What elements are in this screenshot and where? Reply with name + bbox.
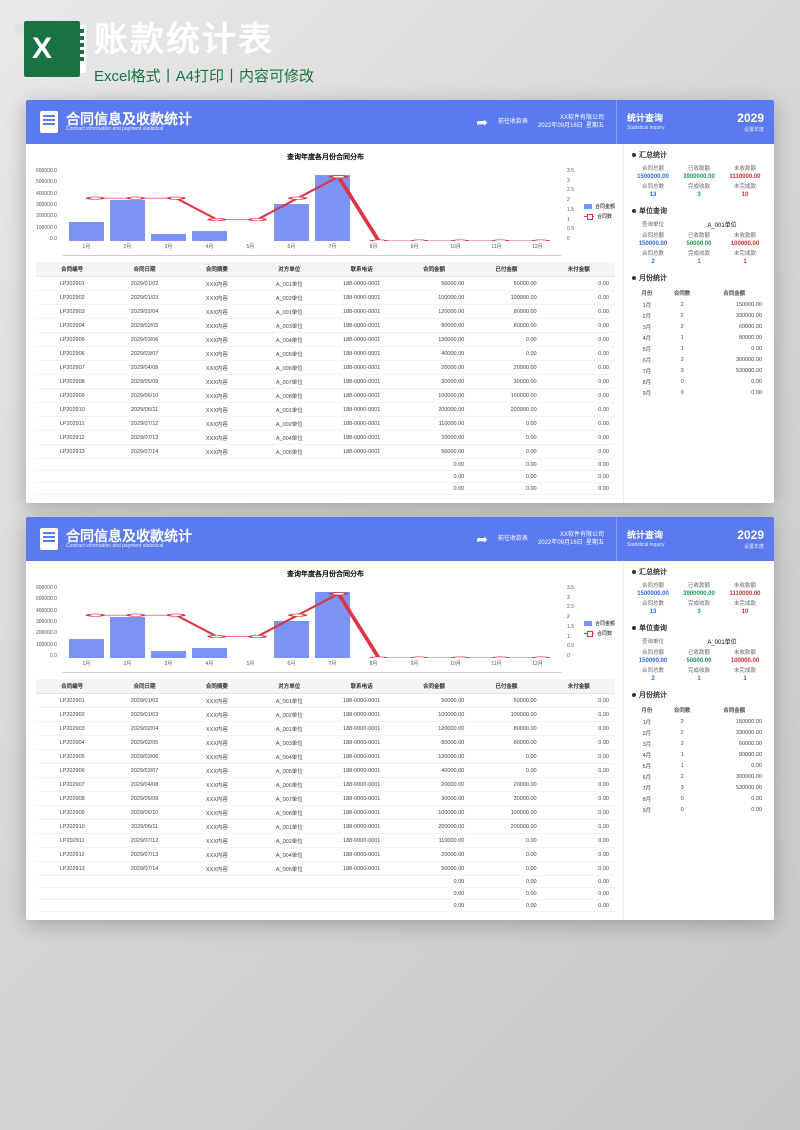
- table-row: LP2029022029/01/03XXX内容A_002单位188-0000-0…: [36, 708, 615, 722]
- table-row: LP2029032029/02/04XXX内容A_001单位188-0000-0…: [36, 722, 615, 736]
- year-value[interactable]: 2029: [737, 111, 764, 127]
- company-name: XX软件有限公司: [538, 531, 604, 539]
- x-axis: 1月2月3月4月5月6月7月8月9月10月11月12月: [69, 243, 555, 255]
- table-row: 0.000.000.00: [36, 888, 615, 900]
- summary-section: 汇总统计 合同总额已收款额未收款额1500000.003900000.00111…: [632, 150, 766, 198]
- chart-title: 查询年度各月份合同分布: [36, 569, 615, 579]
- table-row: LP2029132029/07/14XXX内容A_005单位188-0000-0…: [36, 445, 615, 459]
- contracts-table: 合同编号合同日期合同摘要对方单位联系电话合同金额已付金额未付金额 LP20290…: [36, 679, 615, 912]
- year-label: 设置年度: [737, 127, 764, 134]
- table-row: LP2029062029/03/07XXX内容A_005单位188-0000-0…: [36, 764, 615, 778]
- page-title: 账款统计表: [94, 12, 776, 61]
- document-icon: [40, 111, 58, 133]
- table-row: LP2029112029/07/12XXX内容A_002单位188-0000-0…: [36, 417, 615, 431]
- table-row: LP2029022029/01/03XXX内容A_002单位188-0000-0…: [36, 291, 615, 305]
- table-row: 0.000.000.00: [36, 900, 615, 912]
- table-row: LP2029042029/02/05XXX内容A_003单位188-0000-0…: [36, 736, 615, 750]
- table-row: LP2029112029/07/12XXX内容A_002单位188-0000-0…: [36, 834, 615, 848]
- date-text: 2022年09月16日 星期五: [538, 122, 604, 130]
- table-row: LP2029082029/05/09XXX内容A_007单位188-0000-0…: [36, 375, 615, 389]
- date-text: 2022年09月16日 星期五: [538, 539, 604, 547]
- goto-link[interactable]: 前往收款表: [498, 535, 528, 543]
- stat-title: 统计查询: [627, 530, 665, 542]
- chart: 600000.0500000.0400000.0300000.0200000.0…: [36, 583, 615, 673]
- sheet-subtitle: Contract information and payment statist…: [66, 544, 192, 550]
- table-row: 0.000.000.00: [36, 876, 615, 888]
- table-row: LP2029072029/04/08XXX内容A_006单位188-0000-0…: [36, 778, 615, 792]
- x-axis: 1月2月3月4月5月6月7月8月9月10月11月12月: [69, 660, 555, 672]
- year-label: 设置年度: [737, 544, 764, 551]
- table-row: LP2029122029/07/13XXX内容A_004单位188-0000-0…: [36, 431, 615, 445]
- stat-subtitle: Statistical inquiry: [627, 125, 665, 132]
- table-row: LP2029092029/06/10XXX内容A_008单位188-0000-0…: [36, 806, 615, 820]
- y-axis-left: 600000.0500000.0400000.0300000.0200000.0…: [36, 583, 57, 673]
- goto-link[interactable]: 前往收款表: [498, 118, 528, 126]
- sheet-subtitle: Contract information and payment statist…: [66, 127, 192, 133]
- table-row: LP2029012029/01/02XXX内容A_001单位188-0000-0…: [36, 277, 615, 291]
- y-axis-right: 3.532.521.510.50: [567, 166, 574, 256]
- chart-title: 查询年度各月份合同分布: [36, 152, 615, 162]
- excel-sheet: 合同信息及收款统计 Contract information and payme…: [26, 100, 774, 503]
- sheet-header: 合同信息及收款统计 Contract information and payme…: [26, 100, 774, 144]
- year-value[interactable]: 2029: [737, 528, 764, 544]
- table-row: LP2029052029/03/06XXX内容A_004单位188-0000-0…: [36, 333, 615, 347]
- summary-section: 汇总统计 合同总额已收款额未收款额1500000.003900000.00111…: [632, 567, 766, 615]
- stat-title: 统计查询: [627, 113, 665, 125]
- unit-query-section: 单位查询 查询单位A_001单位合同总额已收款额未收款额150000.00500…: [632, 623, 766, 682]
- table-row: 0.000.000.00: [36, 483, 615, 495]
- table-row: LP2029012029/01/02XXX内容A_001单位188-0000-0…: [36, 694, 615, 708]
- share-icon[interactable]: ➦: [476, 531, 488, 548]
- top-banner: X 账款统计表 Excel格式丨A4打印丨内容可修改: [0, 0, 800, 94]
- chart-legend: 合同金额 合同数: [580, 166, 615, 256]
- table-row: LP2029042029/02/05XXX内容A_003单位188-0000-0…: [36, 319, 615, 333]
- table-row: LP2029062029/03/07XXX内容A_005单位188-0000-0…: [36, 347, 615, 361]
- table-row: LP2029082029/05/09XXX内容A_007单位188-0000-0…: [36, 792, 615, 806]
- table-row: LP2029122029/07/13XXX内容A_004单位188-0000-0…: [36, 848, 615, 862]
- stat-subtitle: Statistical inquiry: [627, 542, 665, 549]
- chart-legend: 合同金额 合同数: [580, 583, 615, 673]
- month-stats-section: 月份统计 月份合同数合同金额1月2150000.002月2330000.003月…: [632, 273, 766, 398]
- excel-icon: X: [24, 21, 80, 77]
- sheet-title: 合同信息及收款统计: [66, 529, 192, 544]
- sheet-title: 合同信息及收款统计: [66, 112, 192, 127]
- table-row: 0.000.000.00: [36, 471, 615, 483]
- table-row: LP2029132029/07/14XXX内容A_005单位188-0000-0…: [36, 862, 615, 876]
- contracts-table: 合同编号合同日期合同摘要对方单位联系电话合同金额已付金额未付金额 LP20290…: [36, 262, 615, 495]
- y-axis-left: 600000.0500000.0400000.0300000.0200000.0…: [36, 166, 57, 256]
- table-row: LP2029102029/06/11XXX内容A_001单位188-0000-0…: [36, 820, 615, 834]
- excel-sheet: 合同信息及收款统计 Contract information and payme…: [26, 517, 774, 920]
- y-axis-right: 3.532.521.510.50: [567, 583, 574, 673]
- table-row: LP2029032029/02/04XXX内容A_001单位188-0000-0…: [36, 305, 615, 319]
- page-subtitle: Excel格式丨A4打印丨内容可修改: [94, 65, 776, 86]
- table-row: 0.000.000.00: [36, 459, 615, 471]
- document-icon: [40, 528, 58, 550]
- chart: 600000.0500000.0400000.0300000.0200000.0…: [36, 166, 615, 256]
- table-row: LP2029072029/04/08XXX内容A_006单位188-0000-0…: [36, 361, 615, 375]
- share-icon[interactable]: ➦: [476, 114, 488, 131]
- table-row: LP2029092029/06/10XXX内容A_008单位188-0000-0…: [36, 389, 615, 403]
- month-stats-section: 月份统计 月份合同数合同金额1月2150000.002月2330000.003月…: [632, 690, 766, 815]
- table-row: LP2029052029/03/06XXX内容A_004单位188-0000-0…: [36, 750, 615, 764]
- company-name: XX软件有限公司: [538, 114, 604, 122]
- table-row: LP2029102029/06/11XXX内容A_001单位188-0000-0…: [36, 403, 615, 417]
- sheet-header: 合同信息及收款统计 Contract information and payme…: [26, 517, 774, 561]
- unit-query-section: 单位查询 查询单位A_001单位合同总额已收款额未收款额150000.00500…: [632, 206, 766, 265]
